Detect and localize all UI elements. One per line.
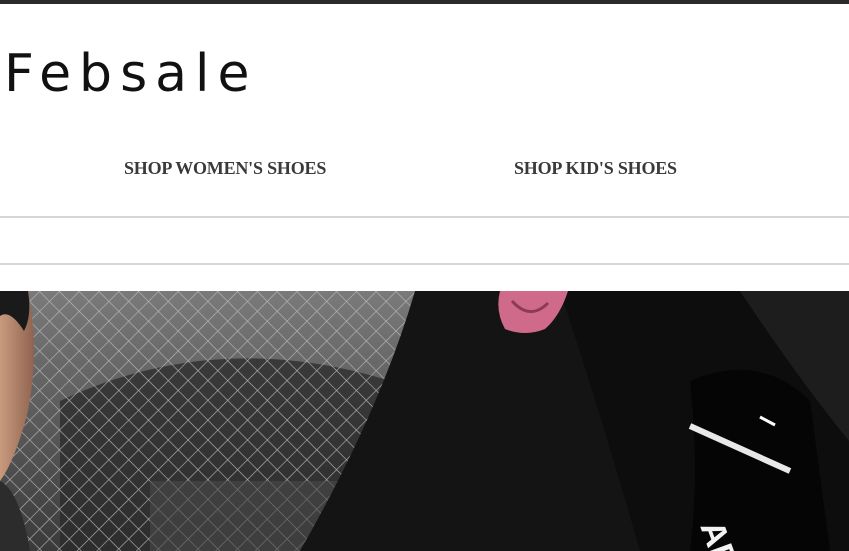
main-nav: SHOP WOMEN'S SHOES SHOP KID'S SHOES [0,158,849,186]
hero-banner-image[interactable]: AF [0,291,849,551]
nav-link-womens-shoes[interactable]: SHOP WOMEN'S SHOES [124,158,326,179]
nav-link-kids-shoes[interactable]: SHOP KID'S SHOES [514,158,677,179]
hero-photo: AF [0,291,849,551]
site-logo[interactable]: Febsale [4,44,257,104]
nav-divider-bottom [0,263,849,265]
top-bar [0,0,849,4]
nav-divider-top [0,216,849,218]
